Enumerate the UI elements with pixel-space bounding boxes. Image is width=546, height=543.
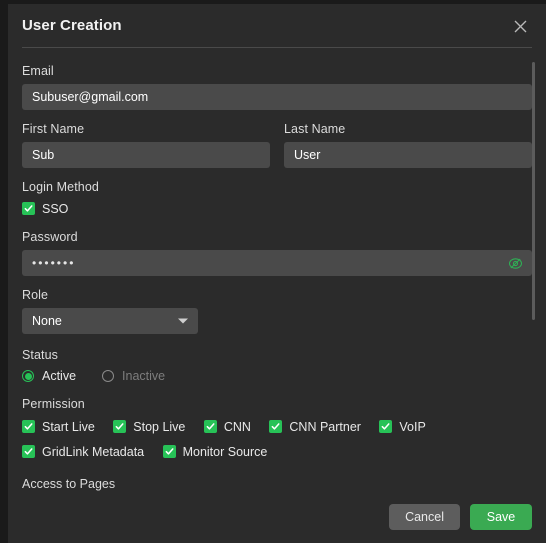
role-label: Role [22, 288, 49, 302]
radio-inactive-label: Inactive [122, 369, 166, 383]
radio-active-label: Active [42, 369, 77, 383]
checkbox-sso-label: SSO [42, 201, 69, 216]
permission-group: Permission Start Live Stop Live CNN CNN … [22, 397, 532, 461]
password-input-wrap: ••••••• [22, 250, 532, 276]
permission-row: GridLink Metadata Monitor Source [22, 443, 532, 461]
first-name-input[interactable]: Sub [22, 142, 270, 168]
dialog-titlebar: User Creation [8, 4, 546, 48]
email-label: Email [22, 64, 54, 78]
status-radio-row: Active Inactive [22, 369, 532, 383]
checkbox-voip-label: VoIP [399, 419, 426, 434]
check-icon [22, 445, 35, 458]
checkbox-monitor-source-label: Monitor Source [182, 444, 268, 459]
chevron-down-icon [178, 318, 188, 324]
email-field-group: Email Subuser@gmail.com [22, 64, 532, 110]
first-name-label: First Name [22, 122, 85, 136]
password-field-group: Password ••••••• [22, 230, 532, 276]
checkbox-gridlink-metadata-label: GridLink Metadata [42, 444, 145, 459]
login-method-label: Login Method [22, 180, 99, 194]
cancel-button[interactable]: Cancel [389, 504, 460, 530]
check-icon [22, 202, 35, 215]
checkbox-start-live[interactable]: Start Live [22, 420, 95, 434]
checkbox-gridlink-metadata[interactable]: GridLink Metadata [22, 445, 144, 459]
status-label: Status [22, 348, 59, 362]
first-name-field-group: First Name Sub [22, 122, 270, 168]
check-icon [269, 420, 283, 433]
checkbox-sso[interactable]: SSO [22, 202, 68, 216]
check-icon [162, 445, 176, 458]
checkbox-stop-live[interactable]: Stop Live [113, 420, 185, 434]
save-button[interactable]: Save [470, 504, 532, 530]
close-icon[interactable] [508, 14, 532, 38]
app-root: User Creation Email Subuser@gmail.com Fi… [0, 0, 546, 543]
checkbox-voip[interactable]: VoIP [379, 419, 426, 434]
radio-active[interactable]: Active [22, 369, 76, 383]
password-input[interactable]: ••••••• [22, 250, 532, 276]
eye-off-icon[interactable] [506, 254, 524, 272]
radio-inactive-marker [102, 370, 115, 382]
password-label: Password [22, 230, 78, 244]
checkbox-cnn-partner[interactable]: CNN Partner [269, 420, 361, 434]
email-input[interactable]: Subuser@gmail.com [22, 84, 532, 110]
last-name-label: Last Name [284, 122, 346, 136]
radio-inactive[interactable]: Inactive [102, 369, 165, 383]
check-icon [203, 420, 217, 433]
password-masked-value: ••••••• [32, 256, 76, 270]
checkbox-cnn-label: CNN [223, 419, 251, 434]
user-creation-dialog: User Creation Email Subuser@gmail.com Fi… [8, 4, 546, 543]
form-scroll-area: Email Subuser@gmail.com First Name Sub L… [8, 48, 546, 491]
role-selected-value: None [32, 314, 62, 328]
name-row: First Name Sub Last Name User [22, 122, 532, 168]
dialog-title: User Creation [22, 17, 122, 34]
last-name-field-group: Last Name User [284, 122, 532, 168]
checkbox-start-live-label: Start Live [42, 419, 95, 434]
vertical-scrollbar-thumb[interactable] [532, 62, 535, 320]
check-icon [113, 420, 127, 433]
checkbox-cnn-partner-label: CNN Partner [289, 419, 361, 434]
checkbox-cnn[interactable]: CNN [203, 419, 251, 434]
checkbox-stop-live-label: Stop Live [133, 419, 186, 434]
checkbox-monitor-source[interactable]: Monitor Source [162, 444, 268, 459]
check-icon [22, 420, 35, 433]
login-method-group: Login Method SSO [22, 180, 532, 218]
radio-active-marker [22, 370, 34, 382]
dialog-footer: Cancel Save [8, 491, 546, 543]
permission-label: Permission [22, 397, 85, 411]
check-icon [379, 420, 393, 433]
role-field-group: Role None [22, 288, 532, 334]
permission-row: Start Live Stop Live CNN CNN Partner VoI… [22, 418, 532, 436]
role-select[interactable]: None [22, 308, 198, 334]
last-name-input[interactable]: User [284, 142, 532, 168]
access-to-pages-label: Access to Pages [22, 477, 116, 491]
status-group: Status Active Inactive [22, 348, 532, 383]
